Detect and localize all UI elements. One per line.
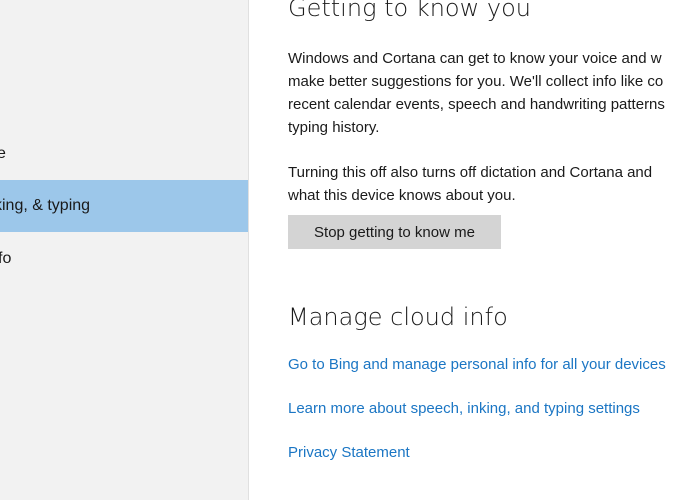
description-line: typing history. xyxy=(288,119,380,136)
description-line: Windows and Cortana can get to know your… xyxy=(288,50,662,67)
warning-line: Turning this off also turns off dictatio… xyxy=(288,164,653,181)
sidebar-item-label: e xyxy=(0,128,6,180)
privacy-statement-link[interactable]: Privacy Statement xyxy=(288,444,410,461)
warning-line: what this device knows about you. xyxy=(288,187,516,204)
stop-getting-to-know-me-button[interactable]: Stop getting to know me xyxy=(288,215,501,249)
settings-content: Getting to know you Windows and Cortana … xyxy=(249,0,700,500)
learn-more-speech-inking-typing-link[interactable]: Learn more about speech, inking, and typ… xyxy=(288,400,640,417)
sidebar-item-label: king, & typing xyxy=(0,197,91,214)
turning-off-warning: Turning this off also turns off dictatio… xyxy=(288,161,700,207)
sidebar-item-account-info[interactable]: fo xyxy=(0,233,248,285)
sidebar-item-label: fo xyxy=(0,250,12,267)
description-line: make better suggestions for you. We'll c… xyxy=(288,73,664,90)
sidebar-item-speech-inking-typing[interactable]: king, & typing xyxy=(0,180,248,232)
sidebar-item-partial-top[interactable]: e xyxy=(0,128,248,180)
bing-manage-personal-info-link[interactable]: Go to Bing and manage personal info for … xyxy=(288,356,666,373)
section-heading-getting-to-know-you: Getting to know you xyxy=(288,0,531,22)
settings-window: e king, & typing fo Getting to know you … xyxy=(0,0,700,500)
settings-sidebar: e king, & typing fo xyxy=(0,0,249,500)
section-heading-manage-cloud-info: Manage cloud info xyxy=(288,303,508,331)
description-line: recent calendar events, speech and handw… xyxy=(288,96,665,113)
getting-to-know-you-description: Windows and Cortana can get to know your… xyxy=(288,47,700,139)
